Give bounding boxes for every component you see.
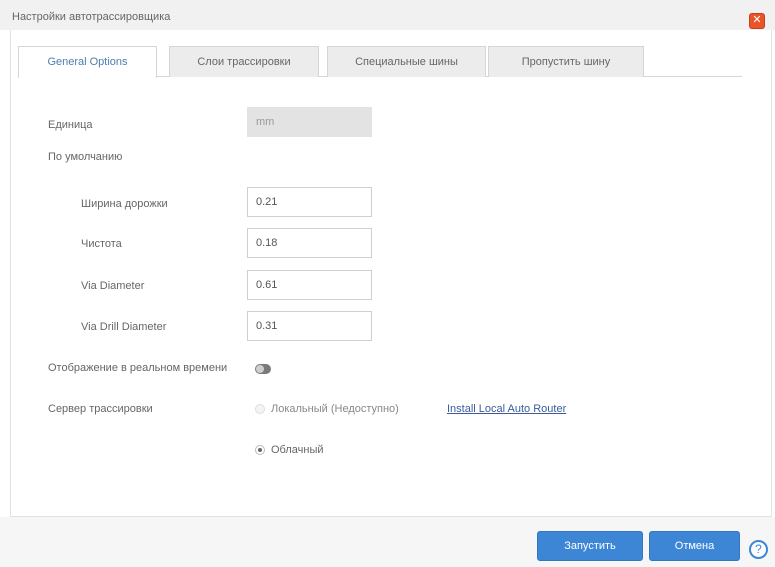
track-width-input[interactable] — [247, 187, 372, 217]
tab-routing-layers[interactable]: Слои трассировки — [169, 46, 319, 77]
cancel-button[interactable]: Отмена — [649, 531, 740, 561]
tab-skip-net[interactable]: Пропустить шину — [488, 46, 644, 77]
clearance-label: Чистота — [81, 238, 122, 250]
run-button[interactable]: Запустить — [537, 531, 643, 561]
tab-bar: General Options Слои трассировки Специал… — [18, 46, 742, 78]
install-local-router-link[interactable]: Install Local Auto Router — [447, 403, 566, 415]
via-drill-diameter-input[interactable] — [247, 311, 372, 341]
tab-general-options[interactable]: General Options — [18, 46, 157, 78]
help-icon[interactable]: ? — [749, 540, 768, 559]
unit-label: Единица — [48, 119, 93, 131]
defaults-heading: По умолчанию — [48, 151, 123, 163]
dialog-title: Настройки автотрассировщика — [12, 11, 171, 23]
via-drill-diameter-label: Via Drill Diameter — [81, 321, 167, 333]
cloud-server-option-label: Облачный — [271, 444, 324, 456]
via-diameter-input[interactable] — [247, 270, 372, 300]
tab-special-nets[interactable]: Специальные шины — [327, 46, 486, 77]
close-icon[interactable]: ✕ — [749, 13, 765, 29]
realtime-display-toggle[interactable] — [255, 364, 271, 374]
dialog-body — [10, 30, 772, 517]
realtime-display-label: Отображение в реальном времени — [48, 362, 228, 374]
dialog-title-bar: Настройки автотрассировщика ✕ — [0, 0, 775, 30]
cloud-server-radio[interactable] — [255, 445, 265, 455]
routing-server-label: Сервер трассировки — [48, 403, 153, 415]
via-diameter-label: Via Diameter — [81, 280, 145, 292]
local-server-option-label: Локальный (Недоступно) — [271, 403, 399, 415]
clearance-input[interactable] — [247, 228, 372, 258]
local-server-radio[interactable] — [255, 404, 265, 414]
unit-field — [247, 107, 372, 137]
track-width-label: Ширина дорожки — [81, 198, 168, 210]
